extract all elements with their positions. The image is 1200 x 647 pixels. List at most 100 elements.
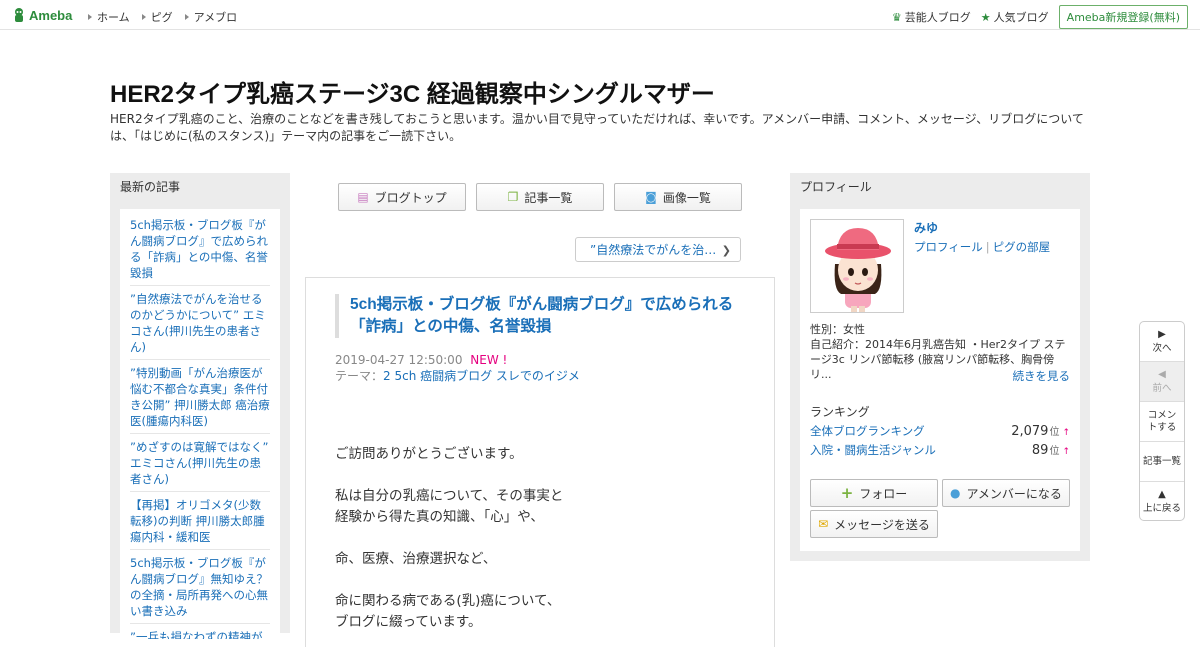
body-line: 命に関わる病である(乳)癌について、 bbox=[335, 593, 561, 609]
avatar-image bbox=[811, 220, 903, 312]
celebrity-blog-link[interactable]: ♛ 芸能人ブログ bbox=[892, 9, 971, 25]
ranking-value: 2,079位 ↑ bbox=[1011, 423, 1070, 439]
overall-ranking-link[interactable]: 全体ブログランキング bbox=[810, 423, 925, 439]
pigg-room-link[interactable]: ピグの部屋 bbox=[993, 240, 1051, 254]
next-label: 次へ bbox=[1152, 342, 1172, 354]
profile-sidebar: プロフィール みゆ プロフィール | ピグの部屋 性別：女性 自己紹介：2014… bbox=[790, 173, 1090, 561]
comment-label: コメントする bbox=[1147, 409, 1177, 433]
popular-blog-label: 人気ブログ bbox=[993, 11, 1049, 24]
prev-article-button[interactable]: ◀ 前へ bbox=[1140, 362, 1184, 402]
celebrity-blog-label: 芸能人ブログ bbox=[904, 11, 971, 24]
nav-ameblo-link[interactable]: アメブロ bbox=[185, 9, 237, 25]
image-list-button[interactable]: ◙ 画像一覧 bbox=[614, 183, 742, 211]
body-line: 命、医療、治療選択など、 bbox=[335, 551, 497, 567]
profile-name[interactable]: みゆ bbox=[914, 219, 938, 236]
recent-article-link[interactable]: 5ch掲示板・ブログ板『がん闘病ブログ』無知ゆえ？の全摘・局所再発への心無い書き… bbox=[130, 555, 270, 624]
amember-button[interactable]: ● アメンバーになる bbox=[942, 479, 1070, 507]
previous-article-label: ”自然療法でがんを治… bbox=[590, 243, 717, 257]
recent-article-link[interactable]: 5ch掲示板・ブログ板『がん闘病ブログ』で広められる「詐病」との中傷、名誉毀損 bbox=[130, 217, 270, 286]
genre-ranking-link[interactable]: 入院・闘病生活ジャンル bbox=[810, 442, 936, 458]
ameba-logo[interactable]: Ameba bbox=[12, 7, 72, 23]
article-card: 5ch掲示板・ブログ板『がん闘病ブログ』で広められる「詐病」との中傷、名誉毀損 … bbox=[305, 277, 775, 647]
ranking-unit: 位 bbox=[1049, 427, 1060, 438]
article-date: 2019-04-27 12:50:00 bbox=[335, 353, 463, 367]
article-list-label: 記事一覧 bbox=[524, 190, 573, 205]
blog-title[interactable]: HER2タイプ乳癌ステージ3C 経過観察中シングルマザー bbox=[110, 74, 715, 109]
play-left-icon: ◀ bbox=[1158, 368, 1166, 380]
recent-article-link[interactable]: ”一兵も損なわずの精神が bbox=[130, 629, 270, 639]
follow-label: フォロー bbox=[859, 486, 908, 501]
send-message-label: メッセージを送る bbox=[834, 517, 930, 532]
ranking-value: 89位 ↑ bbox=[1032, 442, 1070, 458]
article-list-float-label: 記事一覧 bbox=[1142, 455, 1181, 467]
profile-link[interactable]: プロフィール bbox=[914, 240, 983, 254]
star-icon: ★ bbox=[980, 10, 991, 24]
ranking-unit: 位 bbox=[1049, 446, 1060, 457]
article-body: ご訪問ありがとうございます。 私は自分の乳癌について、その事実と 経験から得た真… bbox=[335, 444, 755, 633]
ranking-number: 2,079 bbox=[1011, 424, 1049, 439]
profile-gender: 性別：女性 bbox=[810, 323, 865, 336]
profile-box: みゆ プロフィール | ピグの部屋 性別：女性 自己紹介：2014年6月乳癌告知 ・… bbox=[800, 209, 1080, 551]
send-message-button[interactable]: ✉ メッセージを送る bbox=[810, 510, 938, 538]
ranking-number: 89 bbox=[1031, 443, 1049, 458]
profile-heading: プロフィール bbox=[800, 180, 872, 194]
rank-up-icon: ↑ bbox=[1062, 428, 1070, 438]
avatar[interactable] bbox=[810, 219, 904, 313]
ranking-row: 全体ブログランキング 2,079位 ↑ bbox=[810, 423, 1070, 439]
recent-articles-list: 5ch掲示板・ブログ板『がん闘病ブログ』で広められる「詐病」との中傷、名誉毀損 … bbox=[120, 209, 280, 639]
body-line: 私は自分の乳癌について、その事実と bbox=[335, 488, 564, 504]
article-list-float-button[interactable]: 記事一覧 bbox=[1140, 442, 1184, 482]
speech-bubble-icon: ● bbox=[950, 486, 961, 500]
play-right-icon: ▶ bbox=[1158, 328, 1166, 340]
recent-article-link[interactable]: ”自然療法でがんを治せるのかどうかについて” エミコさん(押川先生の患者さん) bbox=[130, 291, 270, 360]
recent-articles-heading: 最新の記事 bbox=[120, 180, 181, 194]
new-badge: NEW ! bbox=[470, 353, 508, 367]
top-navigation-bar: Ameba ホーム ピグ アメブロ ♛ 芸能人ブログ ★ 人気ブログ Ameba… bbox=[0, 0, 1200, 30]
logo-text: Ameba bbox=[29, 7, 73, 23]
blog-top-label: ブログトップ bbox=[374, 190, 447, 205]
back-to-top-button[interactable]: ▲ 上に戻る bbox=[1140, 482, 1184, 520]
recent-article-link[interactable]: ”特別動画「がん治療医が悩む不都合な真実」条件付き公開” 押川勝太郎 癌治療医(… bbox=[130, 365, 270, 434]
back-to-top-label: 上に戻る bbox=[1142, 503, 1181, 514]
recent-article-link[interactable]: ”めざすのは寛解ではなく” エミコさん(押川先生の患者さん) bbox=[130, 439, 270, 492]
body-line: 経験から得た真の知識、「心」や、 bbox=[335, 509, 544, 525]
blog-description: HER2タイプ乳癌のこと、治療のことなどを書き残しておこうと思います。温かい目で… bbox=[110, 112, 1084, 143]
read-more-link[interactable]: 続きを見る bbox=[1013, 368, 1071, 384]
article-theme-link[interactable]: 2 5ch 癌闘病ブログ スレでのイジメ bbox=[383, 369, 580, 383]
camera-icon: ◙ bbox=[645, 190, 657, 204]
register-button[interactable]: Ameba新規登録(無料) bbox=[1058, 5, 1188, 29]
profile-links: プロフィール | ピグの部屋 bbox=[914, 239, 1050, 255]
recent-articles-sidebar: 最新の記事 5ch掲示板・ブログ板『がん闘病ブログ』で広められる「詐病」との中傷… bbox=[110, 173, 290, 639]
article-title[interactable]: 5ch掲示板・ブログ板『がん闘病ブログ』で広められる「詐病」との中傷、名誉毀損 bbox=[335, 294, 735, 338]
recent-article-link[interactable]: 【再掲】オリゴメタ(少数転移)の判断 押川勝太郎腫瘍内科・緩和医 bbox=[130, 497, 270, 550]
floating-navigation: ▶ 次へ ◀ 前へ コメントする 記事一覧 ▲ 上に戻る bbox=[1139, 321, 1185, 521]
body-line: ご訪問ありがとうございます。 bbox=[335, 446, 523, 462]
nav-pigg-link[interactable]: ピグ bbox=[142, 9, 173, 25]
theme-label: テーマ： bbox=[335, 369, 384, 383]
amember-label: アメンバーになる bbox=[966, 486, 1062, 501]
comment-button[interactable]: コメントする bbox=[1140, 402, 1184, 442]
crown-icon: ♛ bbox=[891, 10, 902, 24]
triangle-up-icon: ▲ bbox=[1158, 489, 1166, 500]
ranking-row: 入院・闘病生活ジャンル 89位 ↑ bbox=[810, 442, 1070, 458]
copy-icon: ❐ bbox=[507, 190, 519, 204]
popular-blog-link[interactable]: ★ 人気ブログ bbox=[981, 9, 1049, 25]
top-right-links: ♛ 芸能人ブログ ★ 人気ブログ Ameba新規登録(無料) bbox=[892, 5, 1188, 29]
ameba-logo-icon bbox=[15, 8, 23, 22]
next-article-button[interactable]: ▶ 次へ bbox=[1140, 322, 1184, 362]
rank-up-icon: ↑ bbox=[1062, 447, 1070, 457]
chevron-right-icon: ❯ bbox=[721, 244, 731, 257]
nav-home-link[interactable]: ホーム bbox=[88, 9, 130, 25]
article-list-button[interactable]: ❐ 記事一覧 bbox=[476, 183, 604, 211]
plus-icon: + bbox=[840, 484, 854, 502]
envelope-icon: ✉ bbox=[818, 517, 829, 531]
follow-button[interactable]: + フォロー bbox=[810, 479, 938, 507]
document-icon: ▤ bbox=[357, 190, 369, 204]
previous-article-link[interactable]: ”自然療法でがんを治… ❯ bbox=[575, 237, 741, 262]
blog-top-button[interactable]: ▤ ブログトップ bbox=[338, 183, 466, 211]
top-nav-links: ホーム ピグ アメブロ bbox=[88, 9, 237, 25]
prev-label: 前へ bbox=[1152, 382, 1172, 394]
